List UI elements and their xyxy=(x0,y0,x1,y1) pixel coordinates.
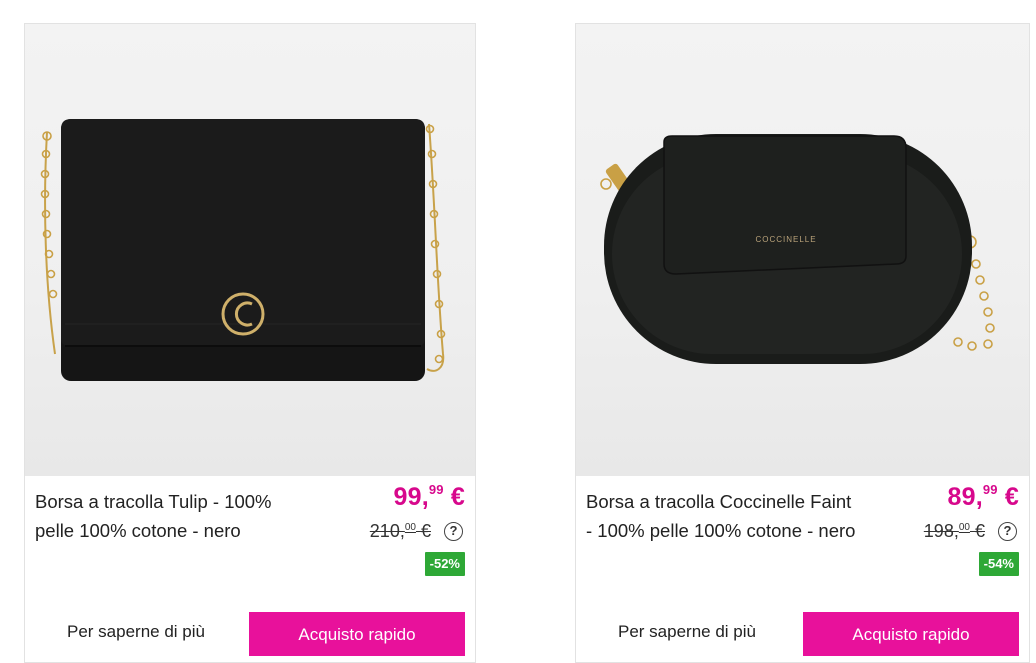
brand-stamp: COCCINELLE xyxy=(755,235,816,244)
current-price: 89,99 € xyxy=(947,481,1019,511)
price-info-icon[interactable]: ? xyxy=(444,522,463,541)
product-title[interactable]: Borsa a tracolla Tulip - 100% pelle 100%… xyxy=(35,487,310,545)
more-info-link[interactable]: Per saperne di più xyxy=(618,622,756,642)
quick-buy-button[interactable]: Acquisto rapido xyxy=(803,612,1019,656)
current-price: 99,99 € xyxy=(393,481,465,511)
more-info-link[interactable]: Per saperne di più xyxy=(67,622,205,642)
price-info-icon[interactable]: ? xyxy=(998,522,1017,541)
product-card[interactable]: COCCINELLE Borsa a tracolla Coccinelle F… xyxy=(575,23,1030,663)
original-price: 198,00 € xyxy=(923,521,985,541)
product-title[interactable]: Borsa a tracolla Coccinelle Faint - 100%… xyxy=(586,487,861,545)
discount-badge: -54% xyxy=(978,552,1019,576)
original-price: 210,00 € xyxy=(369,521,431,541)
quick-buy-button[interactable]: Acquisto rapido xyxy=(249,612,465,656)
product-image[interactable] xyxy=(25,24,475,476)
discount-badge: -52% xyxy=(424,552,465,576)
product-image[interactable]: COCCINELLE xyxy=(576,24,1029,476)
product-card[interactable]: Borsa a tracolla Tulip - 100% pelle 100%… xyxy=(24,23,476,663)
